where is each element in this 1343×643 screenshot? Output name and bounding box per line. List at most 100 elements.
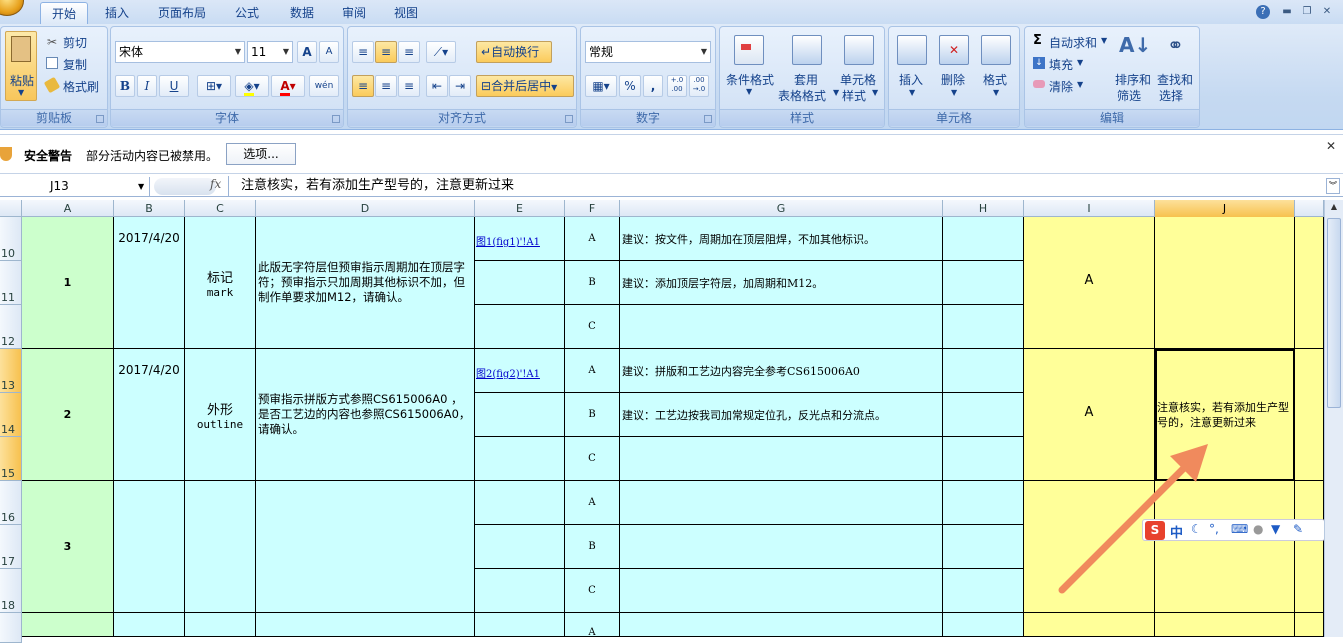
column-header[interactable]: C	[185, 200, 256, 217]
row-header[interactable]: 18	[0, 569, 22, 613]
cell-styles-line1[interactable]: 单元格	[840, 71, 876, 88]
link-cell[interactable]	[475, 305, 565, 349]
tab-formulas[interactable]: 公式	[225, 2, 269, 24]
date-cell[interactable]: 2017/4/20	[114, 349, 185, 481]
empty-cell[interactable]	[1155, 613, 1295, 637]
description-cell[interactable]: 预审指示拼版方式参照CS615006A0 ，是否工艺边的内容也参照CS61500…	[256, 349, 475, 481]
sort-filter-line1[interactable]: 排序和	[1115, 71, 1151, 88]
column-header[interactable]: F	[565, 200, 620, 217]
description-cell[interactable]	[256, 481, 475, 613]
suggestion-cell[interactable]: 建议：按文件，周期加在顶层阻焊，不加其他标识。	[620, 217, 943, 261]
chevron-down-icon[interactable]: ▼	[698, 42, 710, 62]
note-cell[interactable]	[1155, 217, 1295, 349]
suggestion-cell[interactable]: 建议：工艺边按我司加常规定位孔，反光点和分流点。	[620, 393, 943, 437]
row-header[interactable]: 16	[0, 481, 22, 525]
dialog-launcher-icon[interactable]	[332, 115, 340, 123]
sogou-logo[interactable]: S	[1145, 521, 1165, 540]
formula-input[interactable]: 注意核实，若有添加生产型号的，注意更新过来	[228, 176, 1326, 196]
link-cell[interactable]	[475, 393, 565, 437]
date-cell[interactable]	[114, 481, 185, 613]
empty-cell[interactable]	[943, 569, 1024, 613]
suggestion-cell[interactable]: 建议：添加顶层字符层，加周期和M12。	[620, 261, 943, 305]
underline-button[interactable]: U	[159, 75, 189, 97]
empty-cell[interactable]	[1295, 481, 1324, 613]
copy-button[interactable]: 复制	[63, 56, 87, 73]
suggestion-cell[interactable]	[620, 569, 943, 613]
orientation-icon[interactable]: ⟋▾	[426, 41, 456, 63]
column-header[interactable]: A	[22, 200, 114, 217]
format-painter-button[interactable]: 格式刷	[63, 78, 99, 95]
option-key-cell[interactable]: A	[565, 613, 620, 637]
clear-button[interactable]: 清除	[1049, 78, 1073, 95]
help-icon[interactable]: ?	[1256, 5, 1270, 19]
suggestion-cell[interactable]	[620, 437, 943, 481]
decrease-indent-icon[interactable]: ⇤	[426, 75, 448, 97]
option-key-cell[interactable]: A	[565, 217, 620, 261]
option-key-cell[interactable]: C	[565, 569, 620, 613]
empty-cell[interactable]	[22, 613, 114, 637]
dialog-launcher-icon[interactable]	[565, 115, 573, 123]
empty-cell[interactable]	[943, 261, 1024, 305]
name-box[interactable]: J13 ▼	[0, 177, 150, 196]
empty-cell[interactable]	[943, 525, 1024, 569]
align-right-icon[interactable]: ≡	[398, 75, 420, 97]
option-key-cell[interactable]: C	[565, 437, 620, 481]
hyperlink[interactable]: 图1(fig1)'!A1	[476, 233, 540, 248]
row-header[interactable]	[0, 613, 22, 643]
expand-formula-bar-icon[interactable]: ︾	[1326, 178, 1340, 194]
moon-icon[interactable]: ☾	[1191, 522, 1202, 536]
restore-icon[interactable]: ❐	[1300, 5, 1314, 19]
bold-button[interactable]: B	[115, 75, 135, 97]
delete-cells-button[interactable]: 删除	[941, 71, 965, 88]
item-cell[interactable]: 外形 outline	[185, 349, 256, 481]
row-header-selected[interactable]: 13	[0, 349, 22, 393]
tab-insert[interactable]: 插入	[96, 2, 138, 24]
wrench-icon[interactable]: ✎	[1293, 522, 1303, 536]
empty-cell[interactable]	[185, 613, 256, 637]
align-top-icon[interactable]: ≡	[352, 41, 374, 63]
link-cell[interactable]	[475, 525, 565, 569]
column-header[interactable]: G	[620, 200, 943, 217]
dialog-launcher-icon[interactable]	[704, 115, 712, 123]
empty-cell[interactable]	[943, 481, 1024, 525]
tab-view[interactable]: 视图	[384, 2, 428, 24]
italic-button[interactable]: I	[137, 75, 157, 97]
row-header[interactable]: 11	[0, 261, 22, 305]
row-header-selected[interactable]: 14	[0, 393, 22, 437]
percent-button[interactable]: %	[619, 75, 641, 97]
currency-icon[interactable]: ▦▾	[585, 75, 617, 97]
record-number-cell[interactable]: 3	[22, 481, 114, 613]
keyboard-icon[interactable]: ⌨	[1231, 522, 1248, 536]
column-header[interactable]	[1295, 200, 1324, 217]
increase-decimal-icon[interactable]: +.0.00	[667, 75, 687, 97]
date-cell[interactable]: 2017/4/20	[114, 217, 185, 349]
empty-cell[interactable]	[256, 613, 475, 637]
format-cells-button[interactable]: 格式	[983, 71, 1007, 88]
paste-button[interactable]: 粘贴 ▼	[5, 31, 37, 101]
insert-cells-button[interactable]: 插入	[899, 71, 923, 88]
shrink-font-button[interactable]: A	[319, 41, 339, 63]
vertical-scrollbar[interactable]: ▲	[1324, 200, 1343, 637]
row-header[interactable]: 12	[0, 305, 22, 349]
scroll-up-icon[interactable]: ▲	[1327, 202, 1341, 214]
number-format-combo[interactable]: 常规 ▼	[585, 41, 711, 63]
align-left-icon[interactable]: ≡	[352, 75, 374, 97]
find-select-line1[interactable]: 查找和	[1157, 71, 1193, 88]
option-key-cell[interactable]: A	[565, 481, 620, 525]
borders-button[interactable]: ⊞▾	[197, 75, 231, 97]
insert-function-icon[interactable]: fx	[210, 177, 221, 191]
tab-home[interactable]: 开始	[40, 2, 88, 24]
empty-cell[interactable]	[1295, 217, 1324, 349]
column-header[interactable]: H	[943, 200, 1024, 217]
fill-button[interactable]: 填充	[1049, 56, 1073, 73]
option-key-cell[interactable]: A	[565, 349, 620, 393]
scroll-thumb[interactable]	[1327, 218, 1341, 408]
close-icon[interactable]: ✕	[1320, 5, 1334, 19]
align-middle-icon[interactable]: ≡	[375, 41, 397, 63]
column-header-selected[interactable]: J	[1155, 200, 1295, 217]
decrease-decimal-icon[interactable]: .00 →.0	[689, 75, 709, 97]
autosum-button[interactable]: 自动求和	[1049, 34, 1097, 51]
empty-cell[interactable]	[475, 613, 565, 637]
tab-data[interactable]: 数据	[280, 2, 324, 24]
link-cell[interactable]	[475, 261, 565, 305]
